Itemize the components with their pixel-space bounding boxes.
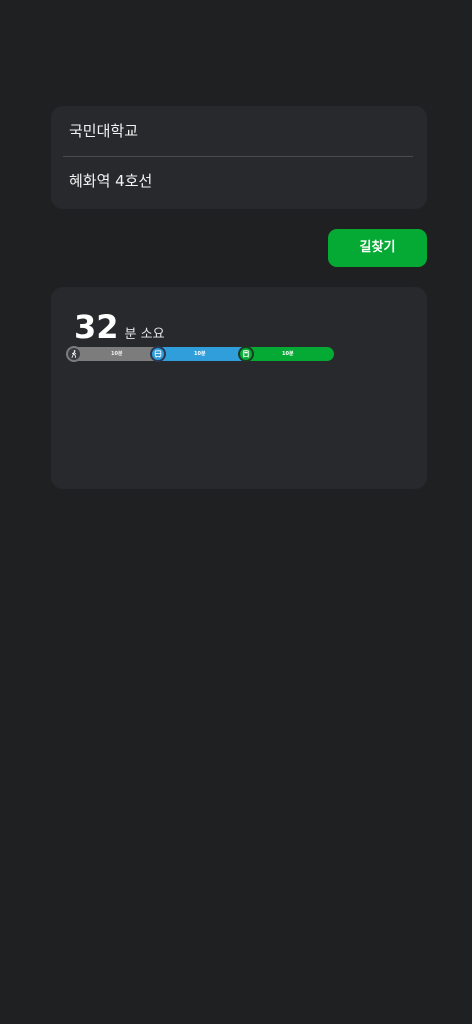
bus-icon [150, 346, 166, 362]
duration-summary: 32 분 소요 [74, 307, 165, 347]
destination-field[interactable]: 혜화역 4호선 [69, 169, 409, 193]
origin-field[interactable]: 국민대학교 [69, 119, 409, 143]
bus-segment: 10분 [151, 347, 251, 361]
subway-train-icon [238, 346, 254, 362]
subway-segment-duration: 10분 [282, 351, 294, 357]
divider [63, 156, 413, 157]
duration-unit: 분 소요 [124, 327, 165, 342]
duration-value: 32 [74, 308, 119, 346]
bus-segment-duration: 10분 [194, 351, 206, 357]
route-timeline: 10분 10분 10분 [66, 346, 335, 362]
find-route-button[interactable]: 길찾기 [328, 229, 427, 267]
route-result-card[interactable]: 32 분 소요 10분 10분 10분 [51, 287, 427, 489]
walking-person-icon [66, 346, 82, 362]
route-input-card: 국민대학교 혜화역 4호선 [51, 106, 427, 209]
walk-segment-duration: 10분 [111, 351, 123, 357]
